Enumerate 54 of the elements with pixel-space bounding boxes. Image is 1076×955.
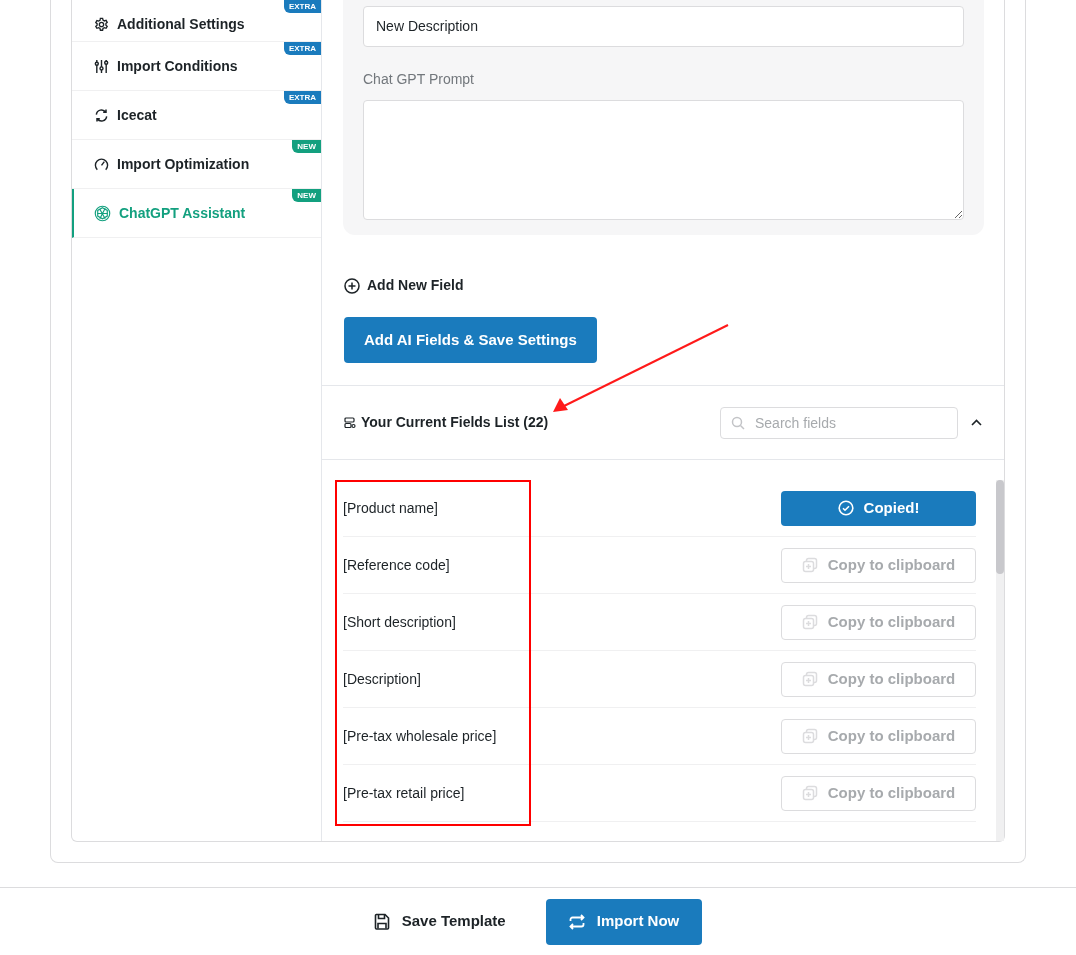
field-label: [Product name] [343, 498, 438, 518]
gauge-icon [94, 156, 109, 172]
badge: EXTRA [283, 91, 321, 104]
copy-button[interactable]: Copied! [781, 490, 976, 526]
field-label: [Description] [343, 669, 421, 689]
copy-button[interactable]: Copy to clipboard [781, 547, 976, 583]
field-label: [Pre-tax wholesale price] [343, 726, 497, 746]
sidebar-item[interactable]: Import Optimization NEW [72, 140, 321, 189]
sidebar-item[interactable]: Additional Settings EXTRA [72, 0, 321, 42]
copy-icon [801, 671, 818, 687]
save-settings-button[interactable]: Add AI Fields & Save Settings [344, 317, 597, 363]
description-input[interactable]: New Description [363, 6, 964, 47]
repeat-icon [568, 913, 585, 930]
search-icon [731, 415, 745, 430]
sliders-icon [94, 58, 109, 74]
sidebar-item-label: Import Optimization [117, 154, 250, 174]
scrollbar-thumb[interactable] [996, 480, 1004, 574]
prompt-label: Chat GPT Prompt [363, 70, 475, 89]
sidebar-item[interactable]: Icecat EXTRA [72, 91, 321, 140]
plus-circle-icon [344, 277, 360, 294]
save-template-button[interactable]: Save Template [373, 910, 506, 933]
copy-button[interactable]: Copy to clipboard [781, 604, 976, 640]
copy-icon [801, 557, 818, 573]
add-field-button[interactable]: Add New Field [344, 275, 464, 296]
sidebar-item[interactable]: Import Conditions EXTRA [72, 42, 321, 91]
badge: NEW [292, 140, 321, 153]
gear-icon [94, 16, 109, 32]
knot-logo-icon [94, 204, 111, 222]
floppy-disk-icon [373, 913, 390, 930]
badge: NEW [292, 189, 321, 202]
prompt-textarea[interactable] [363, 100, 964, 220]
collapse-toggle[interactable] [970, 419, 982, 426]
copy-button[interactable]: Copy to clipboard [781, 718, 976, 754]
fields-list-title: Your Current Fields List (22) [361, 413, 549, 432]
refresh-icon [94, 107, 109, 123]
badge: EXTRA [283, 0, 321, 13]
badge: EXTRA [283, 42, 321, 55]
sidebar-item-label: ChatGPT Assistant [119, 203, 246, 223]
sidebar-item-label: Import Conditions [117, 56, 238, 76]
copy-icon [801, 785, 818, 801]
field-label: [Pre-tax retail price] [343, 783, 465, 803]
sidebar-item-label: Additional Settings [117, 14, 245, 34]
search-field[interactable]: Search fields [720, 406, 958, 439]
copy-button[interactable]: Copy to clipboard [781, 661, 976, 697]
list-icon [344, 416, 356, 429]
sidebar-item[interactable]: ChatGPT Assistant NEW [72, 189, 321, 238]
field-label: [Short description] [343, 612, 456, 632]
import-now-button[interactable]: Import Now [545, 898, 703, 945]
sidebar-item-label: Icecat [117, 105, 157, 125]
field-label: [Reference code] [343, 555, 450, 575]
copy-icon [801, 614, 818, 630]
check-circle-icon [837, 500, 854, 516]
copy-icon [801, 728, 818, 744]
copy-button[interactable]: Copy to clipboard [781, 775, 976, 811]
